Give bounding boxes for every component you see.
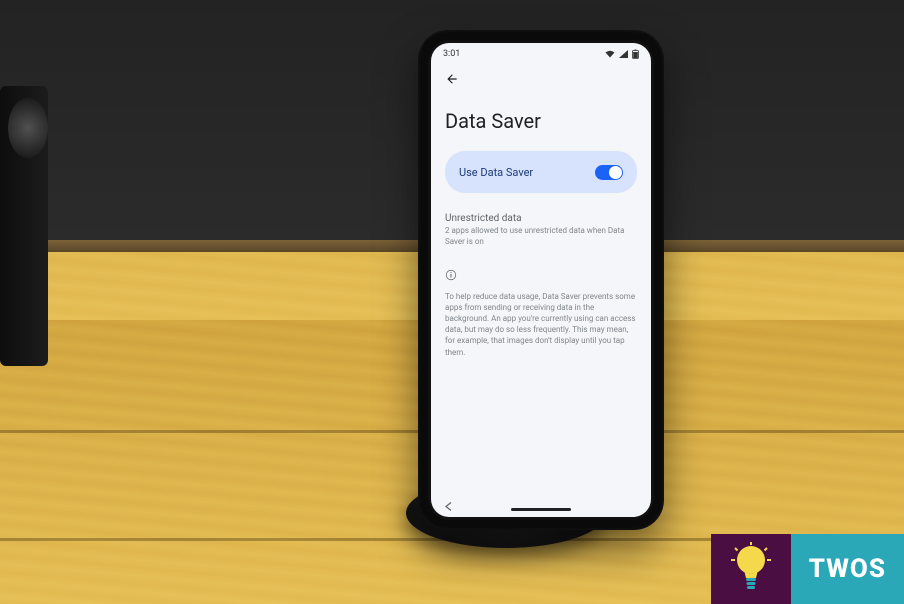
gesture-nav-bar[interactable] — [431, 501, 651, 517]
phone-screen: 3:01 — [431, 43, 651, 517]
unrestricted-subtitle: 2 apps allowed to use unrestricted data … — [445, 226, 637, 248]
signal-icon — [619, 50, 628, 58]
unrestricted-title: Unrestricted data — [445, 213, 637, 224]
back-button[interactable] — [441, 69, 463, 91]
nav-back-caret-icon[interactable] — [445, 502, 452, 514]
settings-content: Data Saver Use Data Saver Unrestricted d… — [431, 95, 651, 501]
speaker-driver — [8, 98, 48, 158]
info-text: To help reduce data usage, Data Saver pr… — [445, 291, 637, 358]
status-bar: 3:01 — [431, 43, 651, 65]
use-data-saver-toggle-row[interactable]: Use Data Saver — [445, 151, 637, 193]
status-icons — [605, 49, 639, 59]
switch-on[interactable] — [595, 165, 623, 180]
page-title: Data Saver — [445, 109, 637, 133]
unrestricted-data-item[interactable]: Unrestricted data 2 apps allowed to use … — [445, 213, 637, 248]
status-time: 3:01 — [443, 49, 460, 59]
battery-icon — [632, 49, 639, 59]
phone-frame: 3:01 — [418, 30, 664, 530]
wifi-icon — [605, 50, 615, 58]
arrow-left-icon — [445, 71, 459, 90]
watermark-text: TWOS — [791, 534, 904, 604]
info-icon — [445, 266, 637, 285]
phone-bezel: 3:01 — [428, 40, 654, 520]
watermark: TWOS — [711, 534, 904, 604]
app-bar — [431, 65, 651, 95]
toggle-label: Use Data Saver — [459, 166, 533, 179]
watermark-icon-box — [711, 534, 791, 604]
home-pill[interactable] — [511, 508, 571, 511]
speaker-prop — [0, 86, 48, 366]
lightbulb-icon — [729, 542, 773, 596]
photo-scene: 3:01 — [0, 0, 904, 604]
